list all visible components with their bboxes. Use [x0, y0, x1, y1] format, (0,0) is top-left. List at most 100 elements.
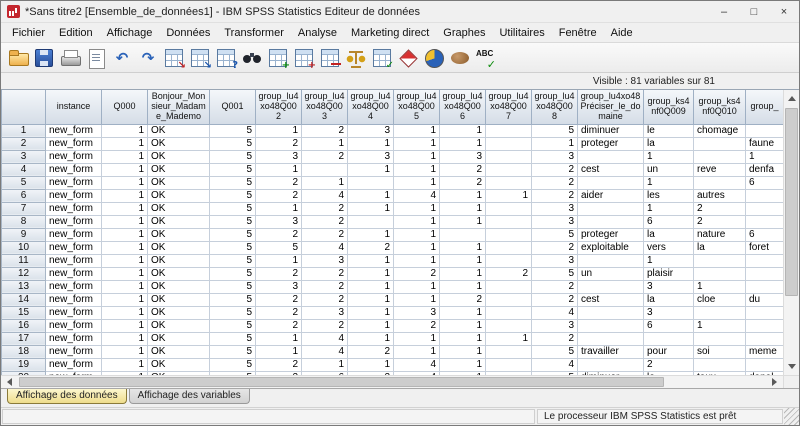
cell[interactable]: 2 [486, 267, 532, 280]
cell[interactable]: diminuer [578, 124, 644, 137]
cell[interactable]: 1 [348, 202, 394, 215]
cell[interactable]: 3 [644, 280, 694, 293]
row-header[interactable]: 19 [2, 358, 46, 371]
cell[interactable]: OK [148, 189, 210, 202]
column-header[interactable]: group_ks4nf0Q009 [644, 90, 694, 124]
cell[interactable]: 2 [694, 215, 746, 228]
scroll-right-arrow[interactable] [767, 376, 783, 388]
cell[interactable]: 2 [532, 189, 578, 202]
cell[interactable] [486, 163, 532, 176]
cell[interactable]: 1 [302, 176, 348, 189]
cell[interactable]: OK [148, 137, 210, 150]
row-header[interactable]: 17 [2, 332, 46, 345]
cell[interactable]: 1 [256, 254, 302, 267]
column-header[interactable]: Q001 [210, 90, 256, 124]
weight-cases-icon[interactable] [344, 46, 368, 70]
cell[interactable]: reve [694, 163, 746, 176]
cell[interactable]: 1 [348, 254, 394, 267]
cell[interactable]: 2 [256, 319, 302, 332]
menu-marketing-direct[interactable]: Marketing direct [344, 25, 436, 41]
cell[interactable]: 1 [394, 293, 440, 306]
row-header[interactable]: 8 [2, 215, 46, 228]
menu-fen-tre[interactable]: Fenêtre [552, 25, 604, 41]
cell[interactable]: 2 [302, 228, 348, 241]
use-variable-sets-icon[interactable] [422, 46, 446, 70]
open-data-icon[interactable] [6, 46, 30, 70]
cell[interactable]: new_form [46, 332, 102, 345]
cell[interactable]: 4 [394, 189, 440, 202]
cell[interactable]: OK [148, 280, 210, 293]
cell[interactable] [694, 176, 746, 189]
cell[interactable]: 1 [102, 137, 148, 150]
cell[interactable]: 1 [256, 124, 302, 137]
insert-cases-icon[interactable] [266, 46, 290, 70]
cell[interactable]: la [694, 241, 746, 254]
cell[interactable] [578, 280, 644, 293]
cell[interactable]: 1 [102, 254, 148, 267]
column-header[interactable]: group_lu4xo48Q008 [532, 90, 578, 124]
cell[interactable]: 3 [256, 280, 302, 293]
cell[interactable]: OK [148, 358, 210, 371]
save-icon[interactable] [32, 46, 56, 70]
horizontal-scroll-track[interactable] [17, 376, 767, 388]
show-all-variables-icon[interactable] [448, 46, 472, 70]
cell[interactable]: 5 [532, 345, 578, 358]
cell[interactable]: 1 [102, 306, 148, 319]
cell[interactable]: 1 [102, 332, 148, 345]
cell[interactable] [578, 358, 644, 371]
cell[interactable] [486, 124, 532, 137]
cell[interactable] [694, 358, 746, 371]
cell[interactable]: 4 [532, 358, 578, 371]
cell[interactable]: 1 [394, 124, 440, 137]
cell[interactable]: 1 [532, 137, 578, 150]
cell[interactable] [486, 306, 532, 319]
cell[interactable]: 1 [394, 137, 440, 150]
cell[interactable]: 2 [348, 241, 394, 254]
cell[interactable]: OK [148, 254, 210, 267]
cell[interactable]: 1 [302, 137, 348, 150]
cell[interactable]: 5 [210, 150, 256, 163]
cell[interactable]: 1 [440, 254, 486, 267]
cell[interactable] [486, 371, 532, 375]
cell[interactable] [578, 332, 644, 345]
cell[interactable]: 2 [532, 280, 578, 293]
cell[interactable]: 1 [746, 150, 784, 163]
cell[interactable]: 1 [440, 280, 486, 293]
cell[interactable]: 5 [210, 345, 256, 358]
menu-utilitaires[interactable]: Utilitaires [492, 25, 551, 41]
cell[interactable]: cest [578, 163, 644, 176]
cell[interactable]: 1 [348, 319, 394, 332]
cell[interactable]: cest [578, 293, 644, 306]
vertical-scroll-thumb[interactable] [785, 108, 798, 296]
cell[interactable]: OK [148, 371, 210, 375]
row-header[interactable]: 3 [2, 150, 46, 163]
cell[interactable]: 4 [302, 189, 348, 202]
row-header[interactable]: 5 [2, 176, 46, 189]
column-header[interactable]: group_lu4xo48Q007 [486, 90, 532, 124]
cell[interactable]: new_form [46, 137, 102, 150]
cell[interactable]: 1 [348, 280, 394, 293]
cell[interactable]: 2 [302, 267, 348, 280]
cell[interactable] [578, 254, 644, 267]
cell[interactable]: 1 [440, 267, 486, 280]
cell[interactable]: 1 [102, 163, 148, 176]
cell[interactable]: 2 [644, 358, 694, 371]
cell[interactable]: 2 [532, 241, 578, 254]
cell[interactable]: 1 [102, 345, 148, 358]
horizontal-scrollbar[interactable] [1, 375, 799, 388]
cell[interactable]: 5 [210, 215, 256, 228]
cell[interactable]: 5 [210, 280, 256, 293]
cell[interactable] [578, 176, 644, 189]
cell[interactable] [746, 280, 784, 293]
cell[interactable]: 5 [532, 228, 578, 241]
cell[interactable]: 3 [256, 215, 302, 228]
cell[interactable] [694, 137, 746, 150]
cell[interactable]: 5 [210, 202, 256, 215]
cell[interactable]: 6 [302, 371, 348, 375]
cell[interactable]: 6 [746, 228, 784, 241]
cell[interactable]: new_form [46, 189, 102, 202]
cell[interactable]: 2 [256, 228, 302, 241]
cell[interactable]: OK [148, 215, 210, 228]
cell[interactable]: 5 [210, 293, 256, 306]
cell[interactable]: 1 [102, 202, 148, 215]
